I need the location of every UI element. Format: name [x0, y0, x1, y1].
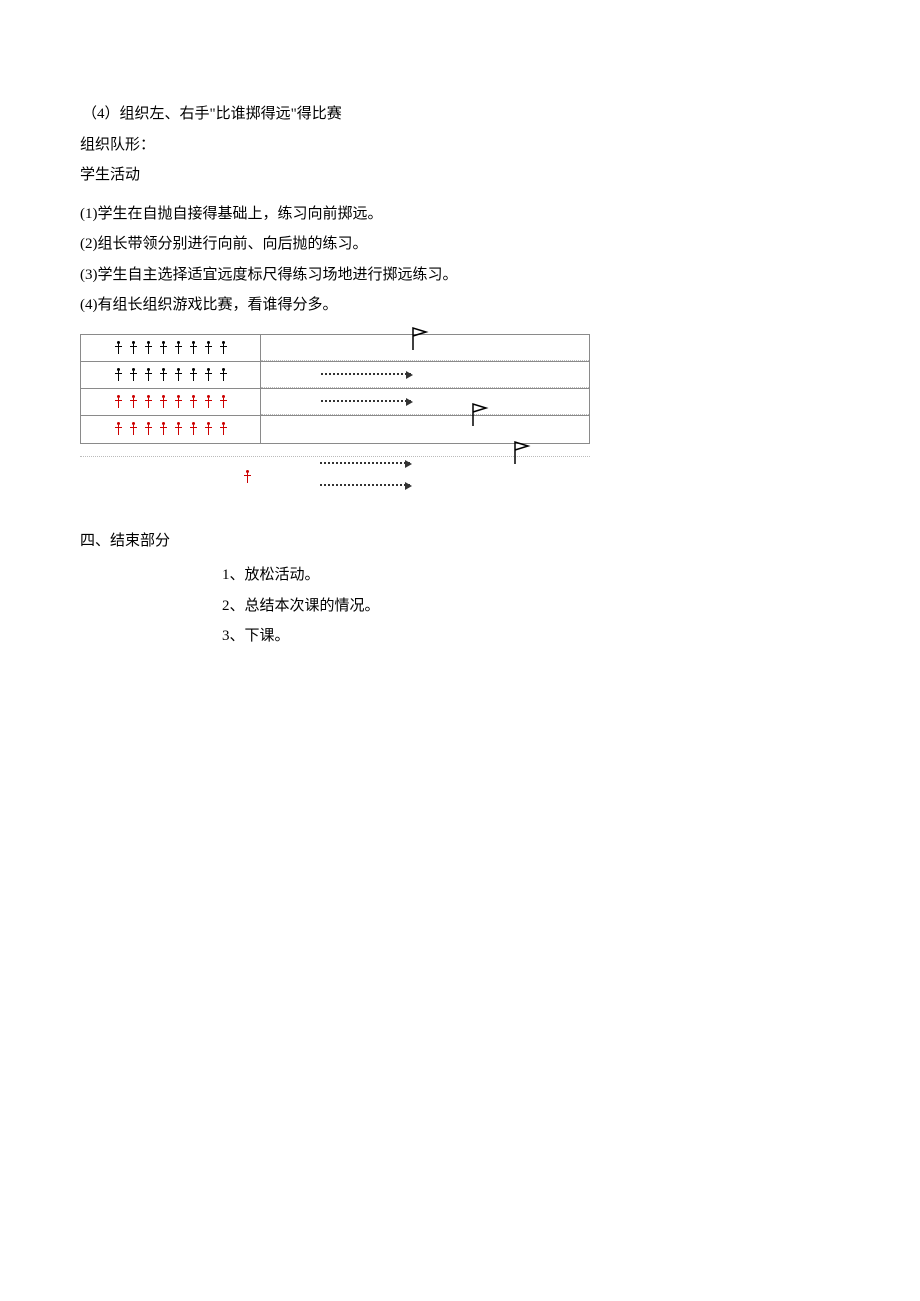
ending-item-3: 3、下课。: [222, 622, 840, 651]
text-formation-label: 组织队形：: [80, 131, 840, 160]
marker-flag-icon: [470, 402, 490, 424]
diagram-row-3-students: [81, 389, 261, 415]
student-figure-red-icon: [115, 395, 122, 409]
diagram-grid: [80, 334, 590, 444]
section-4-heading: 四、结束部分: [80, 527, 840, 556]
throw-direction-arrow-icon: [320, 462, 410, 464]
text-item-4: （4）组织左、右手"比谁掷得远"得比赛: [80, 100, 840, 129]
throw-direction-arrow-icon: [320, 484, 410, 486]
text-student-activity-heading: 学生活动: [80, 161, 840, 190]
diagram-row-2-students: [81, 362, 261, 388]
ending-item-2: 2、总结本次课的情况。: [222, 592, 840, 621]
student-figure-icon: [115, 341, 122, 355]
marker-flag-icon: [410, 326, 430, 348]
ending-item-1: 1、放松活动。: [222, 561, 840, 590]
teacher-figure-icon: [244, 466, 251, 495]
throw-direction-arrow-icon: [321, 400, 411, 402]
text-activity-1: (1)学生在自抛自接得基础上，练习向前掷远。: [80, 200, 840, 229]
text-activity-4: (4)有组长组织游戏比赛，看谁得分多。: [80, 291, 840, 320]
diagram-row-4-students: [81, 416, 261, 443]
diagram-arrow-lane-2: [261, 389, 589, 415]
text-activity-2: (2)组长带领分别进行向前、向后抛的练习。: [80, 230, 840, 259]
throw-direction-arrow-icon: [321, 373, 411, 375]
formation-diagram: [80, 334, 600, 499]
diagram-row-1-students: [81, 335, 261, 361]
diagram-arrow-lane-1: [261, 362, 589, 388]
marker-flag-icon: [512, 440, 532, 462]
text-activity-3: (3)学生自主选择适宜远度标尺得练习场地进行掷远练习。: [80, 261, 840, 290]
